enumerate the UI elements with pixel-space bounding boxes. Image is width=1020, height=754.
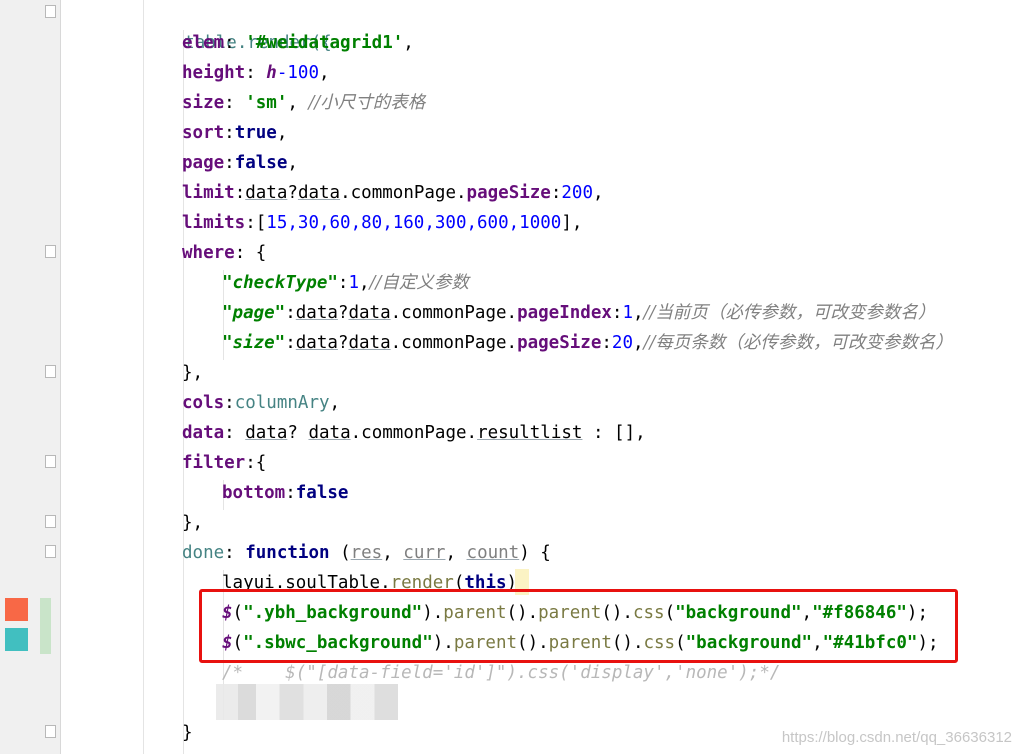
code-token: pageIndex xyxy=(517,303,612,323)
code-line: done: function (res, curr, count) { xyxy=(182,543,551,563)
code-token: commonPage xyxy=(350,183,456,203)
code-line: elem: '#weidatagrid1', xyxy=(182,33,414,53)
code-token: data xyxy=(245,183,288,203)
indent-guide xyxy=(143,0,144,754)
code-token: 200 xyxy=(561,183,593,203)
fold-marker-icon[interactable] xyxy=(45,545,56,558)
highlight-box xyxy=(199,589,958,663)
code-token: : [], xyxy=(582,423,646,443)
code-token: bottom xyxy=(222,483,286,503)
code-token: where xyxy=(182,243,235,263)
code-comment: //每页条数（必传参数，可改变参数名） xyxy=(643,333,953,353)
editor-gutter xyxy=(0,0,61,754)
code-token: resultlist xyxy=(477,423,583,443)
code-token: true xyxy=(234,123,277,143)
code-token: curr xyxy=(403,543,446,563)
fold-marker-icon[interactable] xyxy=(45,5,56,18)
code-token: data xyxy=(297,183,341,203)
code-token: "page" xyxy=(222,303,286,323)
code-token: data xyxy=(348,303,391,323)
code-comment: /* $("[data-field='id']").css('display',… xyxy=(222,663,781,683)
code-token: commonPage xyxy=(401,303,507,323)
code-token: commonPage xyxy=(401,333,507,353)
code-token: elem xyxy=(182,33,225,53)
code-token: false xyxy=(295,483,349,503)
code-token: "size" xyxy=(222,333,286,353)
teal-color-swatch xyxy=(5,628,28,651)
code-token: commonPage xyxy=(361,423,467,443)
code-token: data xyxy=(245,423,288,443)
code-token: page xyxy=(182,153,225,173)
code-line: filter:{ xyxy=(182,453,267,473)
code-token: data xyxy=(295,333,338,353)
code-token: limits xyxy=(182,213,246,233)
code-line: bottom:false xyxy=(222,483,349,503)
code-comment: //小尺寸的表格 xyxy=(308,93,426,113)
code-line: "page":data?data.commonPage.pageIndex:1,… xyxy=(222,303,936,323)
code-line: page:false, xyxy=(182,153,298,173)
code-token: -100 xyxy=(276,63,319,83)
fold-end-icon[interactable] xyxy=(45,515,56,528)
code-line: sort:true, xyxy=(182,123,288,143)
code-token: 'sm' xyxy=(245,93,288,113)
fold-marker-icon[interactable] xyxy=(45,245,56,258)
code-line: "size":data?data.commonPage.pageSize:20,… xyxy=(222,333,953,353)
code-token: 1 xyxy=(622,303,633,323)
code-line: "checkType":1,//自定义参数 xyxy=(222,273,469,293)
coral-color-swatch xyxy=(5,598,28,621)
code-token: count xyxy=(466,543,520,563)
code-token: sort xyxy=(182,123,225,143)
fold-marker-icon[interactable] xyxy=(45,455,56,468)
code-line: table.render({ xyxy=(142,0,332,53)
code-token: } xyxy=(182,723,193,743)
code-line: } xyxy=(182,718,193,748)
code-token: size xyxy=(182,93,225,113)
code-token: cols xyxy=(182,393,225,413)
code-comment: //当前页（必传参数，可改变参数名） xyxy=(643,303,936,323)
code-token: 15,30,60,80,160,300,600,1000 xyxy=(266,213,562,233)
code-token: data xyxy=(295,303,338,323)
code-line: data: data? data.commonPage.resultlist :… xyxy=(182,423,646,443)
code-line: }, xyxy=(182,513,204,533)
code-token: columnAry xyxy=(234,393,330,413)
code-line: }, xyxy=(182,363,204,383)
code-line: cols:columnAry, xyxy=(182,393,341,413)
code-token: pageSize xyxy=(466,183,551,203)
code-token: function xyxy=(245,543,330,563)
code-token: done xyxy=(182,543,225,563)
code-comment: //自定义参数 xyxy=(369,273,469,293)
code-token: false xyxy=(234,153,288,173)
code-token: pageSize xyxy=(517,333,602,353)
redacted-region xyxy=(216,684,398,720)
code-line: where: { xyxy=(182,243,267,263)
code-token: data xyxy=(348,333,391,353)
code-token: "checkType" xyxy=(222,273,338,293)
watermark-text: https://blog.csdn.net/qq_36636312 xyxy=(781,729,1012,746)
code-line: size: 'sm', //小尺寸的表格 xyxy=(182,93,426,113)
code-token: limit xyxy=(182,183,235,203)
code-token: height xyxy=(182,63,246,83)
code-token: h xyxy=(266,63,277,83)
code-token: '#weidatagrid1' xyxy=(245,33,404,53)
fold-end-icon[interactable] xyxy=(45,365,56,378)
code-token: 1 xyxy=(348,273,359,293)
code-token: data xyxy=(308,423,351,443)
code-line: limits:[15,30,60,80,160,300,600,1000], xyxy=(182,213,583,233)
code-line: limit:data?data.commonPage.pageSize:200, xyxy=(182,183,604,203)
code-line: height: h-100, xyxy=(182,63,330,83)
code-token: 20 xyxy=(611,333,633,353)
changed-lines-marker xyxy=(40,598,51,654)
code-token: data xyxy=(182,423,225,443)
fold-end-icon[interactable] xyxy=(45,725,56,738)
code-token: filter xyxy=(182,453,246,473)
code-token: res xyxy=(350,543,383,563)
